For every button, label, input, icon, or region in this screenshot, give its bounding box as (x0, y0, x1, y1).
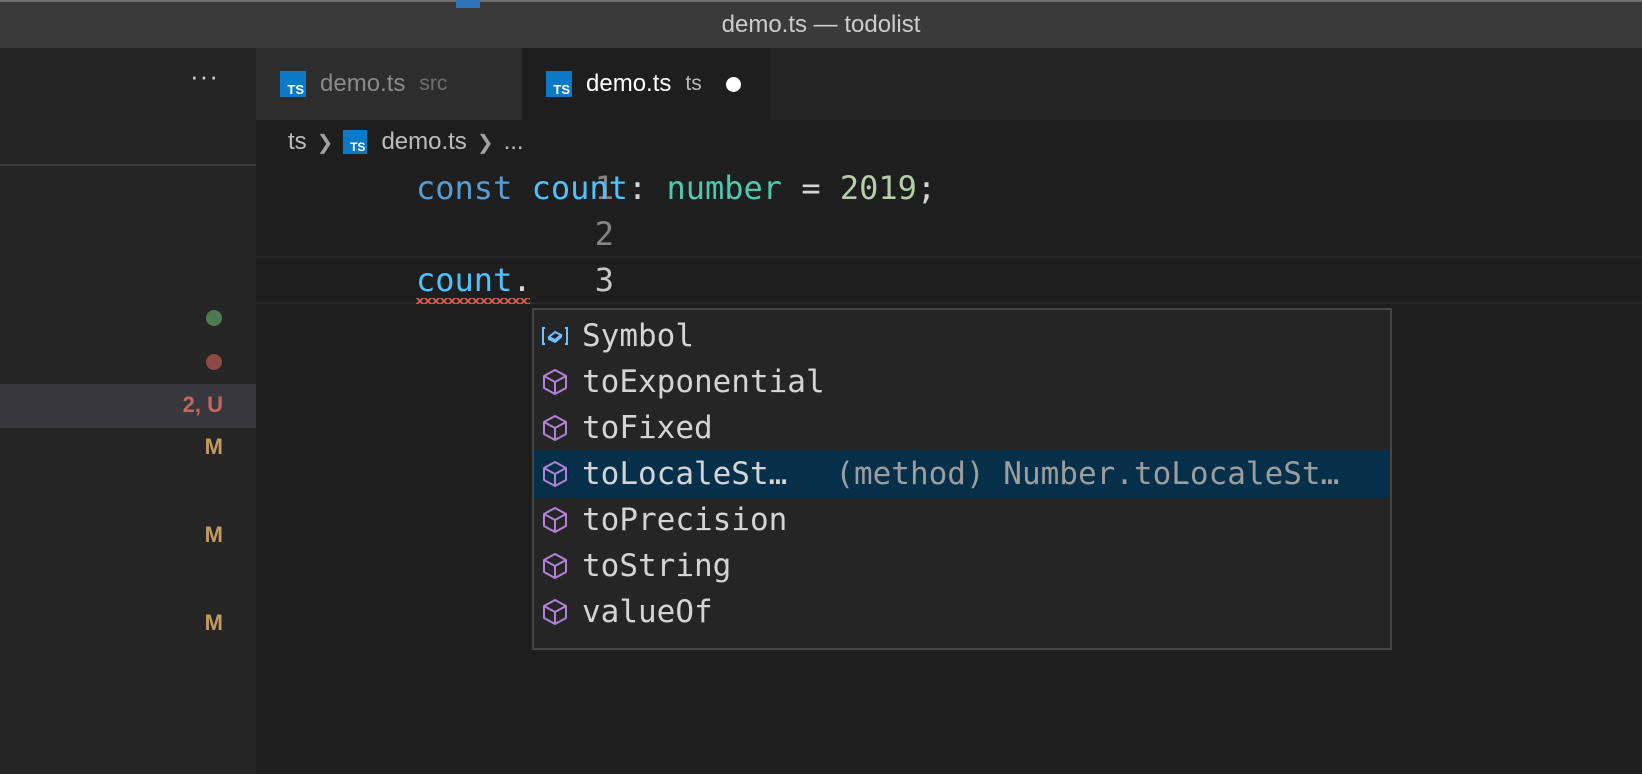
added-status-dot (206, 310, 222, 326)
divider (0, 164, 256, 166)
tab-demo-ts[interactable]: demo.ts ts (522, 48, 770, 120)
suggestion-label: toLocaleSt… (582, 456, 788, 492)
punctuation-token: . (512, 261, 532, 299)
breadcrumb-symbol[interactable]: ... (504, 128, 524, 156)
suggestion-label: toPrecision (582, 502, 788, 538)
variable-token: count (416, 261, 513, 299)
number-token: 2019 (839, 169, 917, 207)
chevron-right-icon: ❯ (476, 131, 494, 154)
tab-description: src (419, 72, 448, 95)
code-line-current[interactable]: 3 count. (256, 256, 1642, 304)
ts-file-icon (546, 71, 572, 97)
suggestion-item[interactable]: toPrecision (534, 496, 1390, 544)
status-badge: M (204, 434, 223, 459)
tab-demo-src[interactable]: demo.ts src (256, 48, 522, 120)
suggestion-item-selected[interactable]: toLocaleSt… (method) Number.toLocaleSt… (534, 450, 1390, 498)
tab-bar: demo.ts src demo.ts ts (256, 48, 1642, 120)
suggestion-label: valueOf (582, 594, 713, 630)
error-squiggle (416, 298, 530, 304)
tab-label: demo.ts (586, 70, 672, 97)
sidebar: ··· 2, U M M M (0, 48, 256, 774)
tab-description: ts (685, 72, 702, 95)
ts-file-icon (280, 71, 306, 97)
suggestion-detail: (method) Number.toLocaleSt… (835, 456, 1340, 492)
suggestion-widget[interactable]: Symbol toExponential toFixed toLocaleSt…… (532, 308, 1392, 650)
line-number: 3 (594, 261, 614, 299)
breadcrumb-file[interactable]: demo.ts (381, 128, 466, 156)
suggestion-label: toFixed (582, 410, 713, 446)
breadcrumb: ts ❯ demo.ts ❯ ... (288, 122, 524, 162)
title-bar: demo.ts — todolist (0, 0, 1642, 48)
variable-token: count (531, 169, 628, 207)
method-icon (543, 599, 567, 625)
line-number: 2 (594, 215, 614, 253)
suggestion-item[interactable]: toExponential (534, 358, 1390, 406)
status-badge: M (204, 522, 223, 547)
method-icon (543, 507, 567, 533)
code-line[interactable]: 2 (256, 210, 1642, 258)
method-icon (543, 369, 567, 395)
chevron-right-icon: ❯ (316, 131, 334, 154)
line-code[interactable]: count. (416, 261, 532, 299)
suggestion-item[interactable]: toString (534, 542, 1390, 590)
more-actions-button[interactable]: ··· (190, 63, 219, 89)
keyword-token: const (416, 169, 513, 207)
method-icon (543, 461, 567, 487)
punctuation-token: : (627, 169, 667, 207)
unsaved-dot-icon[interactable] (725, 76, 741, 92)
status-badge: M (204, 610, 223, 635)
error-status-dot (206, 354, 222, 370)
tab-label: demo.ts (320, 70, 406, 97)
method-icon (543, 415, 567, 441)
operator-token: = (782, 169, 840, 207)
suggestion-label: toExponential (582, 364, 825, 400)
suggestion-item[interactable]: valueOf (534, 588, 1390, 636)
suggestion-item[interactable]: toFixed (534, 404, 1390, 452)
status-badge: 2, U (182, 392, 223, 417)
suggestion-label: Symbol (582, 318, 694, 354)
ts-icon (456, 0, 480, 8)
code-line[interactable]: 1 const count: number = 2019; (256, 164, 1642, 212)
punctuation-token: ; (916, 169, 937, 207)
line-code[interactable]: const count: number = 2019; (416, 169, 936, 207)
method-icon (543, 553, 567, 579)
breadcrumb-folder[interactable]: ts (288, 128, 307, 156)
type-token: number (666, 169, 783, 207)
suggestion-label: toString (582, 548, 732, 584)
ts-file-icon (343, 130, 368, 154)
suggestion-item[interactable]: Symbol (534, 312, 1390, 360)
property-icon (542, 327, 568, 345)
window-title: demo.ts — todolist (721, 11, 921, 38)
